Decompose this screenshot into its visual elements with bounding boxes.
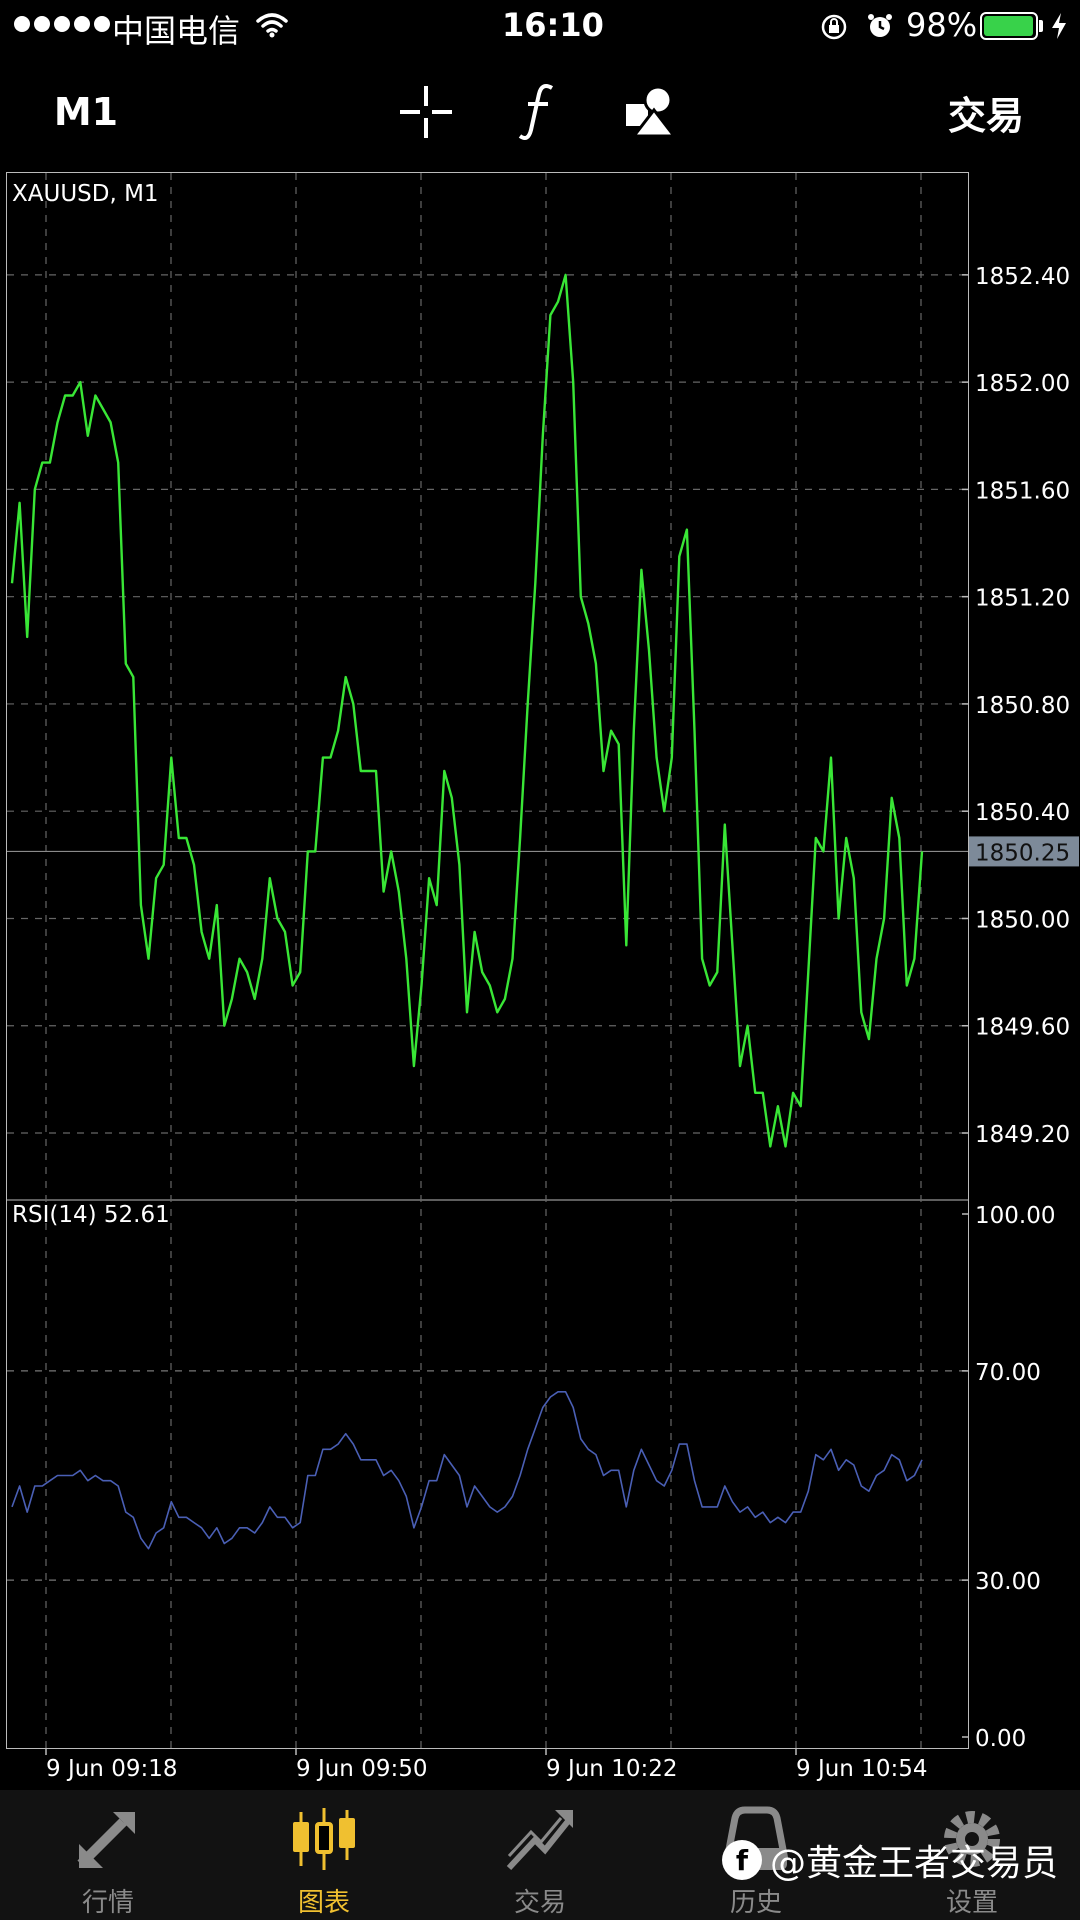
price-tick-label: 1849.60 [975, 1015, 1070, 1041]
price-tick-label: 1851.60 [975, 478, 1070, 504]
current-price-label: 1850.25 [975, 840, 1070, 866]
price-tick-label: 1851.20 [975, 586, 1070, 612]
rsi-tick-label: 0.00 [975, 1726, 1026, 1752]
rsi-label: RSI(14) 52.61 [12, 1202, 170, 1228]
price-tick-label: 1849.20 [975, 1122, 1070, 1148]
price-series-line [10, 273, 924, 1148]
rsi-tick-label: 100.00 [975, 1203, 1055, 1229]
nav-item-trade[interactable]: 交易 [432, 1790, 648, 1920]
watermark: f @黄金王者交易员 [722, 1830, 1058, 1890]
time-tick-label: 9 Jun 10:54 [796, 1756, 927, 1782]
nav-label-trade: 交易 [513, 1888, 566, 1918]
candlestick-icon [293, 1808, 355, 1870]
price-tick-label: 1850.00 [975, 907, 1070, 933]
time-tick-label: 9 Jun 10:22 [546, 1756, 677, 1782]
price-tick-label: 1852.00 [975, 371, 1070, 397]
price-tick-label: 1850.40 [975, 800, 1070, 826]
watermark-text: @黄金王者交易员 [770, 1843, 1059, 1884]
trade-trend-icon [506, 1810, 573, 1871]
rsi-tick-label: 30.00 [975, 1569, 1041, 1595]
price-tick-label: 1852.40 [975, 264, 1070, 290]
price-tick-label: 1850.80 [975, 693, 1070, 719]
nav-item-chart[interactable]: 图表 [216, 1790, 432, 1920]
quotes-arrows-icon [77, 1812, 135, 1868]
nav-label-quotes: 行情 [81, 1888, 134, 1918]
nav-label-chart: 图表 [297, 1888, 350, 1918]
rsi-series-line [11, 1391, 923, 1550]
chart-canvas[interactable]: 1849.20 1849.60 1850.00 1850.40 1850.80 1851.… [0, 0, 1080, 1790]
rsi-tick-label: 70.00 [975, 1360, 1041, 1386]
time-tick-label: 9 Jun 09:18 [46, 1756, 177, 1782]
watermark-logo-icon: f [722, 1840, 762, 1880]
nav-item-quotes[interactable]: 行情 [0, 1790, 216, 1920]
symbol-label: XAUUSD, M1 [12, 181, 159, 207]
time-tick-label: 9 Jun 09:50 [296, 1756, 427, 1782]
